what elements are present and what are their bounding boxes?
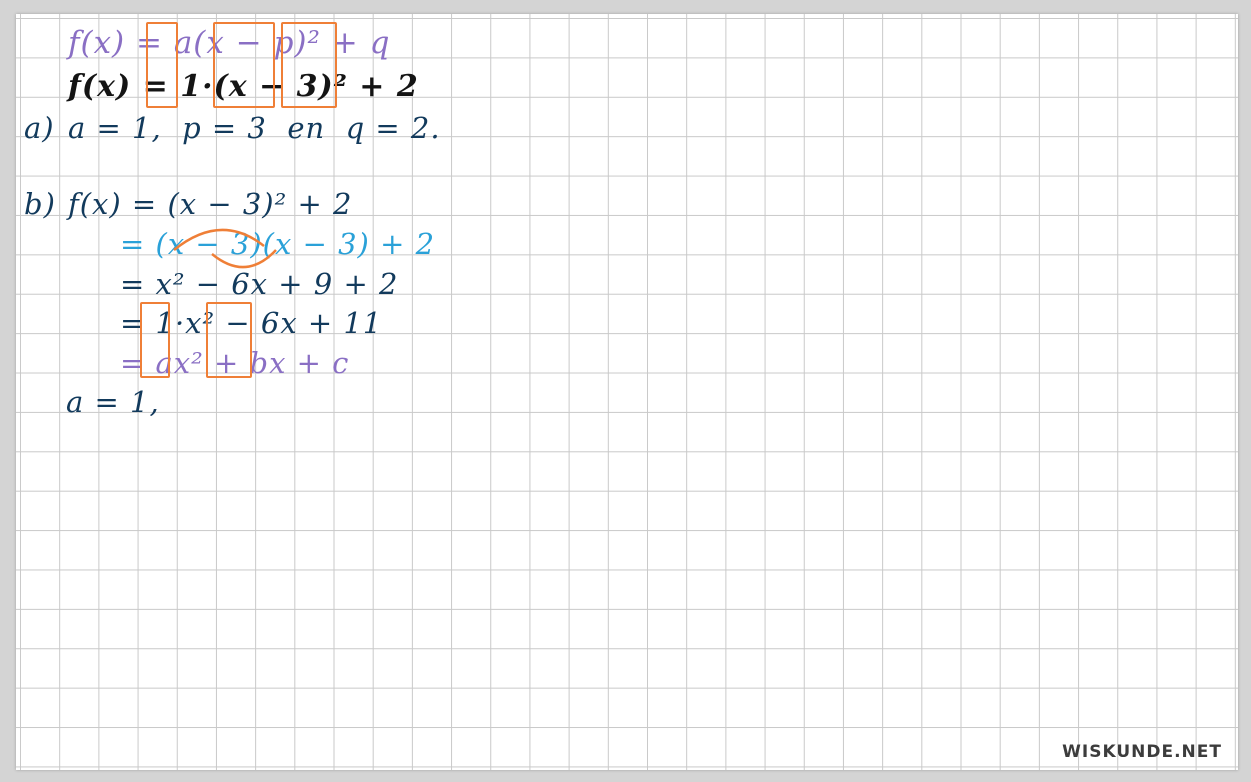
brand-logo: WISKUNDE.NET: [1062, 742, 1222, 762]
expansion-arcs: [173, 228, 277, 269]
grid-paper: f(x) = a(x − p)² + q f(x) = 1·(x − 3)² +…: [16, 14, 1238, 770]
arc-bottom: [211, 249, 277, 269]
highlight-box-coef-b: [206, 302, 252, 378]
arc-top: [173, 228, 265, 251]
highlight-box-coef-a: [140, 302, 170, 378]
video-frame: f(x) = a(x − p)² + q f(x) = 1·(x − 3)² +…: [0, 0, 1251, 782]
answer-line: a = 1,: [66, 385, 160, 419]
